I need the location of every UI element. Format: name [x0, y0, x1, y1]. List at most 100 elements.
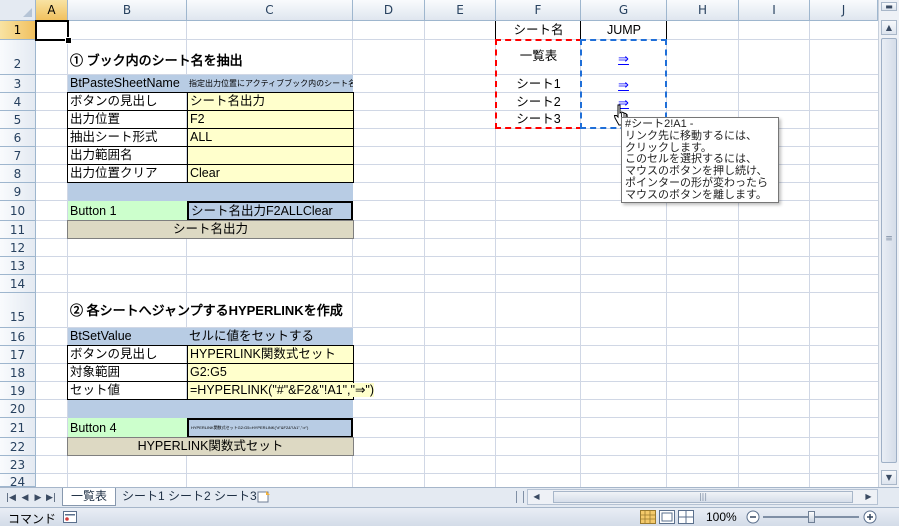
jump-link-1[interactable]: ⇒ [582, 50, 665, 70]
section2-macro-desc[interactable]: セルに値をセットする [187, 328, 353, 346]
column-header-a[interactable]: A [36, 0, 68, 21]
page-layout-view-icon[interactable] [659, 510, 675, 524]
section1-macro-desc[interactable]: 指定出力位置にアクティブブック内のシート名を抽出 [187, 75, 353, 93]
row-header-11[interactable]: 11 [0, 221, 36, 239]
label-clear-output[interactable]: 出力位置クリア [67, 164, 188, 183]
value-sheet-format[interactable]: ALL [187, 128, 354, 147]
column-header-j[interactable]: J [810, 0, 878, 21]
zoom-in-icon[interactable] [863, 510, 877, 524]
label-output-position[interactable]: 出力位置 [67, 110, 188, 129]
row-header-12[interactable]: 12 [0, 239, 36, 257]
jump-table-header-jump[interactable]: JUMP [581, 21, 667, 40]
last-sheet-icon[interactable]: ▶| [44, 490, 58, 506]
row-header-21[interactable]: 21 [0, 418, 36, 438]
next-sheet-icon[interactable]: ▶ [31, 490, 45, 506]
horizontal-scroll-thumb[interactable]: ||| [553, 491, 853, 503]
label-output-range-name[interactable]: 出力範囲名 [67, 146, 188, 165]
row-header-3[interactable]: 3 [0, 75, 36, 93]
fill-handle[interactable] [65, 37, 72, 44]
column-header-b[interactable]: B [68, 0, 187, 21]
button1-value[interactable]: シート名出力F2ALLClear [187, 201, 353, 221]
scroll-down-icon[interactable]: ▼ [881, 470, 897, 485]
value-set-value[interactable]: =HYPERLINK("#"&F2&"!A1","⇒") [187, 381, 375, 400]
column-header-h[interactable]: H [667, 0, 739, 21]
row-header-14[interactable]: 14 [0, 275, 36, 293]
label-sheet-format[interactable]: 抽出シート形式 [67, 128, 188, 147]
vertical-scrollbar[interactable]: ▬ ▲ ≡ ▼ [878, 0, 899, 487]
row-header-7[interactable]: 7 [0, 147, 36, 165]
zoom-out-icon[interactable] [746, 510, 760, 524]
sheet-name-2[interactable]: シート1 [497, 76, 580, 94]
value-output-range-name[interactable] [187, 146, 354, 165]
horizontal-scrollbar[interactable]: ◀ ||| ▶ [527, 489, 878, 505]
row-header-10[interactable]: 10 [0, 201, 36, 221]
status-bar: コマンド 100% [0, 507, 899, 526]
value-button-caption[interactable]: シート名出力 [187, 92, 354, 111]
prev-sheet-icon[interactable]: ◀ [18, 490, 32, 506]
tab-split-handle[interactable] [516, 491, 524, 503]
button4-label[interactable]: Button 4 [68, 418, 187, 438]
spreadsheet: A B C D E F G H I J 1 2 3 4 5 6 7 8 9 10… [0, 0, 899, 526]
jump-link-2[interactable]: ⇒ [582, 76, 665, 94]
row-header-9[interactable]: 9 [0, 183, 36, 201]
row-header-23[interactable]: 23 [0, 456, 36, 474]
label-target-range[interactable]: 対象範囲 [67, 363, 188, 382]
sheet-name-3[interactable]: シート2 [497, 94, 580, 112]
page-break-preview-icon[interactable] [678, 510, 694, 524]
row-header-2[interactable]: 2 [0, 40, 36, 75]
section2-macro-name[interactable]: BtSetValue [68, 328, 187, 346]
sheet-name-4[interactable]: シート3 [497, 111, 580, 128]
row-header-8[interactable]: 8 [0, 165, 36, 183]
hyperlink-formula-button[interactable]: HYPERLINK関数式セット [67, 437, 354, 456]
active-cell-a1[interactable] [35, 20, 69, 41]
zoom-slider-thumb[interactable] [808, 511, 815, 523]
select-all-corner[interactable] [0, 0, 36, 21]
section2-spacer-row [68, 400, 353, 418]
scroll-right-icon[interactable]: ▶ [862, 491, 875, 503]
value-output-position[interactable]: F2 [187, 110, 354, 129]
vertical-scroll-thumb[interactable]: ≡ [881, 38, 897, 463]
sheet-tab-list[interactable]: 一覧表 [62, 488, 117, 506]
label-set-value[interactable]: セット値 [67, 381, 188, 400]
column-header-e[interactable]: E [425, 0, 496, 21]
row-header-6[interactable]: 6 [0, 129, 36, 147]
row-header-13[interactable]: 13 [0, 257, 36, 275]
button4-value[interactable]: HYPERLINK関数式セットG2:G5=HYPERLINK("#"&F2&"!… [187, 418, 353, 438]
value-button-caption-2[interactable]: HYPERLINK関数式セット [187, 345, 354, 364]
label-button-caption-2[interactable]: ボタンの見出し [67, 345, 188, 364]
label-button-caption[interactable]: ボタンの見出し [67, 92, 188, 111]
value-clear-output[interactable]: Clear [187, 164, 354, 183]
sheet-name-1[interactable]: 一覧表 [497, 48, 580, 68]
sheet-name-output-button[interactable]: シート名出力 [67, 220, 354, 239]
row-header-4[interactable]: 4 [0, 93, 36, 111]
column-header-d[interactable]: D [353, 0, 425, 21]
column-header-i[interactable]: I [739, 0, 810, 21]
row-header-1[interactable]: 1 [0, 21, 36, 40]
zoom-level[interactable]: 100% [706, 510, 737, 524]
row-header-20[interactable]: 20 [0, 400, 36, 418]
normal-view-icon[interactable] [640, 510, 656, 524]
button1-label[interactable]: Button 1 [68, 201, 187, 221]
row-header-17[interactable]: 17 [0, 346, 36, 364]
row-header-19[interactable]: 19 [0, 382, 36, 400]
column-header-f[interactable]: F [496, 0, 581, 21]
value-target-range[interactable]: G2:G5 [187, 363, 354, 382]
row-header-22[interactable]: 22 [0, 438, 36, 456]
scroll-left-icon[interactable]: ◀ [530, 491, 543, 503]
macro-record-icon[interactable] [63, 511, 77, 523]
split-box-icon[interactable]: ▬ [881, 2, 897, 11]
jump-table-header-name[interactable]: シート名 [496, 21, 581, 40]
row-header-18[interactable]: 18 [0, 364, 36, 382]
column-header-c[interactable]: C [187, 0, 353, 21]
row-header-24[interactable]: 24 [0, 474, 36, 489]
insert-sheet-icon [257, 491, 270, 503]
hyperlink-tooltip: #シート2!A1 - リンク先に移動するには、 クリックします。 このセルを選択… [621, 117, 779, 203]
scroll-up-icon[interactable]: ▲ [881, 20, 897, 35]
section1-macro-name[interactable]: BtPasteSheetName [68, 75, 187, 93]
column-header-g[interactable]: G [581, 0, 667, 21]
row-header-15[interactable]: 15 [0, 293, 36, 328]
insert-sheet-tab[interactable] [256, 488, 274, 506]
row-header-5[interactable]: 5 [0, 111, 36, 129]
first-sheet-icon[interactable]: |◀ [4, 490, 18, 506]
row-header-16[interactable]: 16 [0, 328, 36, 346]
